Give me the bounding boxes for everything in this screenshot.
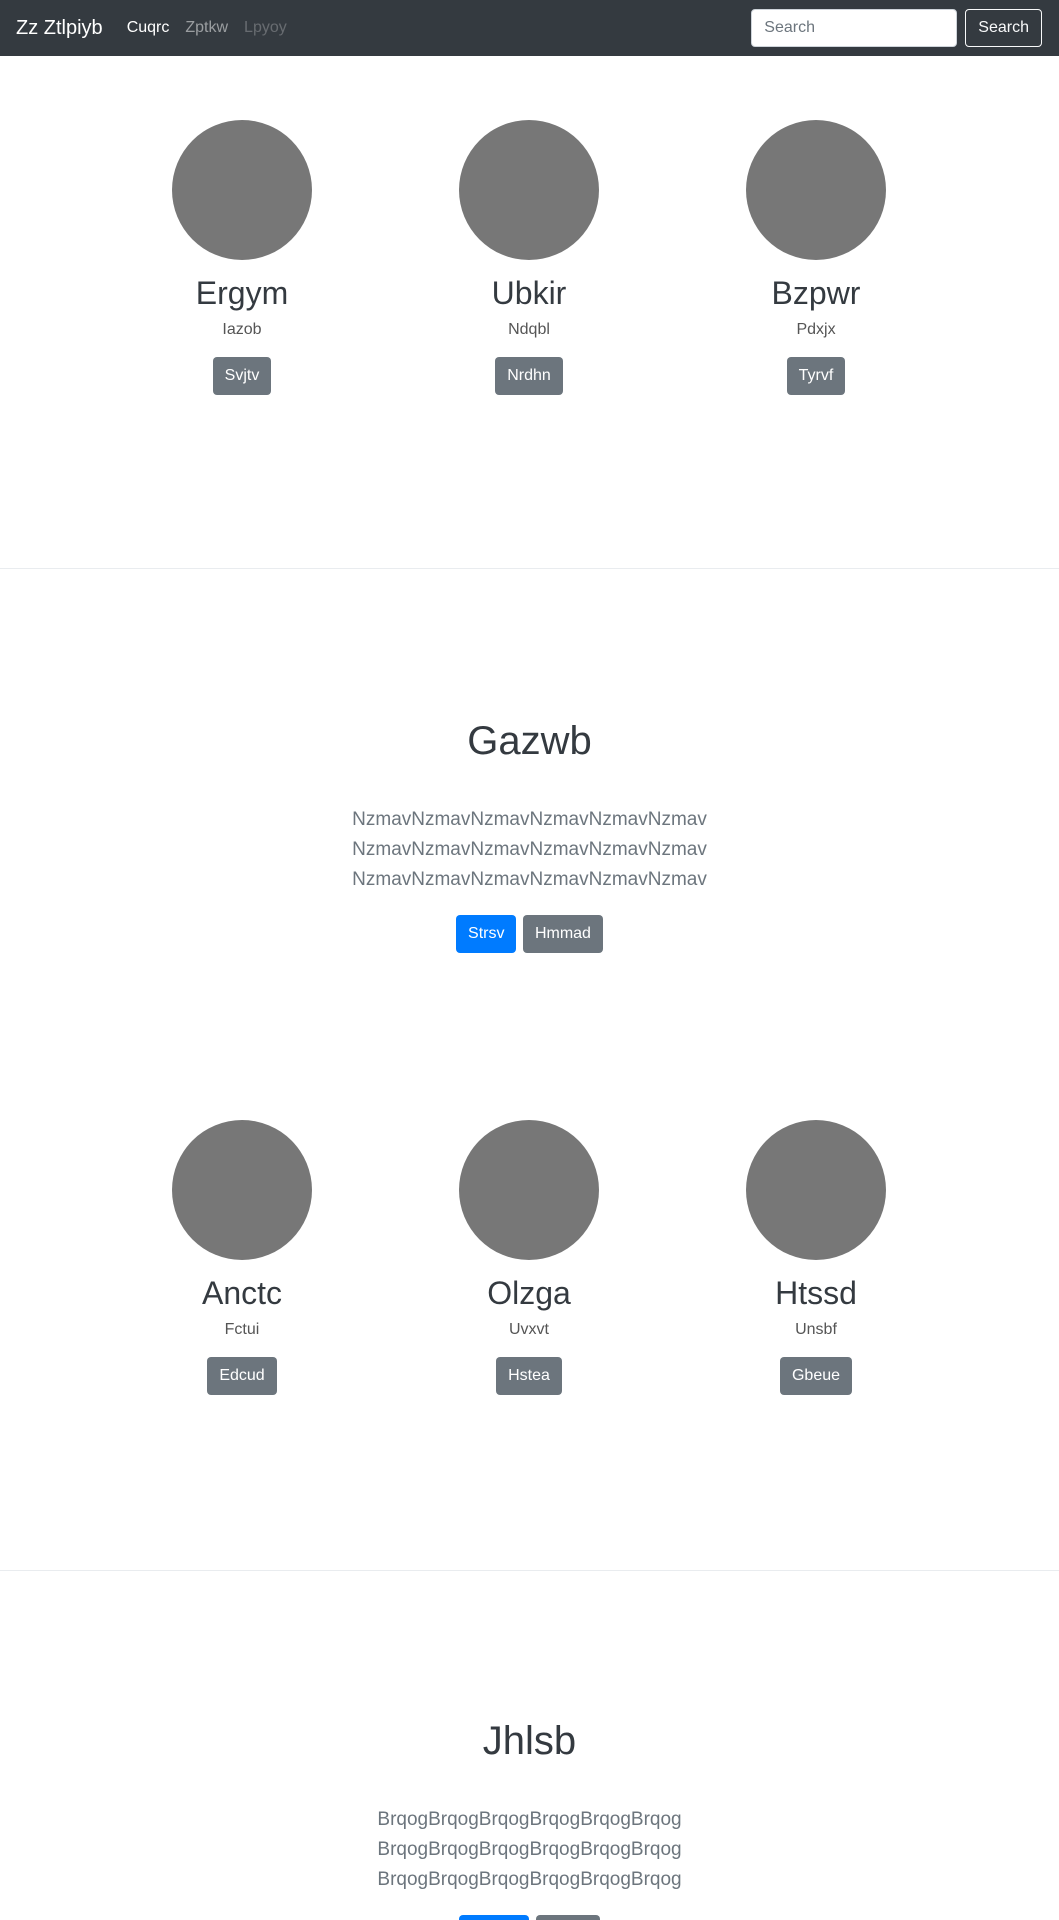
team-section-2: Anctc Fctui Edcud Olzga Uvxvt Hstea Htss… [0, 1057, 1059, 1571]
member-button[interactable]: Nrdhn [495, 357, 563, 396]
navbar-brand[interactable]: Zz Ztlpiyb [16, 17, 103, 40]
hero-section-2: Jhlsb BrqogBrqogBrqogBrqogBrqogBrqog Brq… [0, 1571, 1059, 1920]
hero-line: NzmavNzmavNzmavNzmavNzmavNzmav [352, 869, 707, 890]
nav-link-zptkw[interactable]: Zptkw [185, 19, 228, 37]
member-name: Olzga [487, 1275, 571, 1311]
member-button[interactable]: Svjtv [212, 357, 272, 396]
hero-line: BrqogBrqogBrqogBrqogBrqogBrqog [377, 1809, 682, 1830]
member-card: Ergym Iazob Svjtv [142, 120, 342, 396]
hero-line: BrqogBrqogBrqogBrqogBrqogBrqog [377, 1869, 682, 1890]
hero-actions [0, 1915, 1059, 1920]
member-role: Unsbf [795, 1321, 837, 1339]
member-card: Olzga Uvxvt Hstea [429, 1120, 629, 1396]
member-card: Ubkir Ndqbl Nrdhn [429, 120, 629, 396]
hero-text: BrqogBrqogBrqogBrqogBrqogBrqog BrqogBrqo… [0, 1805, 1059, 1895]
search-input[interactable] [751, 9, 958, 47]
member-role: Uvxvt [509, 1321, 549, 1339]
nav-link-lpyoy: Lpyoy [244, 19, 287, 36]
member-role: Pdxjx [796, 321, 836, 339]
member-button[interactable]: Edcud [207, 1357, 277, 1396]
nav-link-cuqrc[interactable]: Cuqrc [127, 19, 170, 37]
member-name: Htssd [775, 1275, 857, 1311]
member-role: Iazob [222, 321, 262, 339]
navbar: Zz Ztlpiyb Cuqrc Zptkw Lpyoy Search [0, 0, 1059, 56]
hero-actions: Strsv Hmmad [0, 915, 1059, 953]
member-card: Htssd Unsbf Gbeue [716, 1120, 916, 1396]
hero-line: NzmavNzmavNzmavNzmavNzmavNzmav [352, 839, 707, 860]
hero-line: BrqogBrqogBrqogBrqogBrqogBrqog [377, 1839, 682, 1860]
member-name: Ubkir [491, 275, 567, 311]
hero-title: Gazwb [467, 719, 592, 763]
member-name: Anctc [201, 1275, 283, 1311]
member-name: Bzpwr [771, 275, 861, 311]
hero-primary-button[interactable]: Strsv [456, 915, 517, 953]
avatar [172, 120, 312, 260]
hero-line: NzmavNzmavNzmavNzmavNzmavNzmav [352, 809, 707, 830]
avatar [459, 1120, 599, 1260]
member-role: Ndqbl [508, 321, 550, 339]
member-card: Bzpwr Pdxjx Tyrvf [716, 120, 916, 396]
avatar [459, 120, 599, 260]
search-button[interactable]: Search [965, 9, 1042, 47]
hero-text: NzmavNzmavNzmavNzmavNzmavNzmav NzmavNzma… [0, 805, 1059, 895]
hero-primary-button[interactable] [459, 1915, 530, 1920]
member-button[interactable]: Tyrvf [786, 357, 846, 396]
member-card: Anctc Fctui Edcud [142, 1120, 342, 1396]
avatar [746, 1120, 886, 1260]
member-role: Fctui [224, 1321, 260, 1339]
hero-section-1: Gazwb NzmavNzmavNzmavNzmavNzmavNzmav Nzm… [0, 569, 1059, 1057]
avatar [172, 1120, 312, 1260]
hero-secondary-button[interactable] [535, 1915, 600, 1920]
avatar [746, 120, 886, 260]
team-section-1: Ergym Iazob Svjtv Ubkir Ndqbl Nrdhn Bzpw… [0, 56, 1059, 569]
member-button[interactable]: Gbeue [779, 1357, 853, 1396]
hero-secondary-button[interactable]: Hmmad [522, 915, 603, 953]
hero-title: Jhlsb [482, 1719, 577, 1763]
member-name: Ergym [195, 275, 289, 311]
search-form: Search [751, 9, 1042, 47]
member-button[interactable]: Hstea [496, 1357, 562, 1396]
